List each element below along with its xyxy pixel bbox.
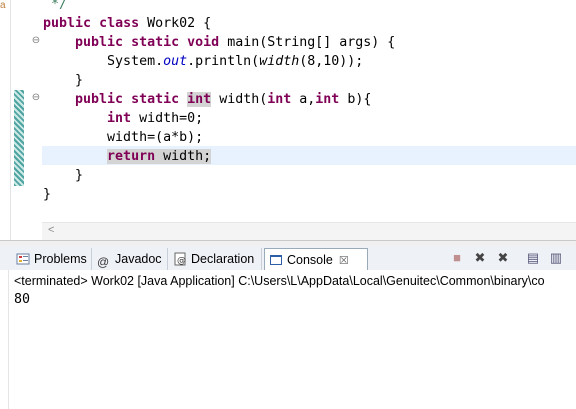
code-token: int	[187, 92, 212, 107]
code-line[interactable]: public class Work02 {	[43, 14, 211, 33]
code-token: static	[131, 35, 180, 50]
code-token: public	[43, 16, 92, 31]
change-marker	[14, 90, 24, 186]
left-panel-edge: a	[0, 0, 11, 240]
code-line[interactable]: width=(a*b);	[43, 128, 203, 147]
code-line[interactable]: public static void main(String[] args) {	[43, 33, 395, 52]
code-token: static	[131, 92, 180, 107]
code-token: width=0;	[131, 111, 204, 126]
code-line[interactable]: public static int width(int a,int b){	[43, 90, 371, 109]
code-line[interactable]: }	[43, 166, 83, 185]
code-token: main(String[] args) {	[219, 35, 396, 50]
code-line[interactable]: }	[43, 185, 51, 204]
code-token: int	[267, 92, 292, 107]
console-icon	[270, 255, 282, 265]
code-token: width;	[155, 149, 212, 164]
tab-label: Declaration	[191, 252, 255, 266]
tab-problems[interactable]: Problems	[12, 248, 92, 270]
code-token: }	[43, 168, 84, 183]
code-token: System.	[43, 54, 164, 69]
fold-toggle-icon[interactable]: ⊖	[31, 93, 41, 103]
code-token: (8,10));	[299, 54, 364, 69]
code-token: Work02 {	[139, 16, 212, 31]
horizontal-scrollbar[interactable]: <	[42, 222, 576, 240]
code-token: public	[75, 35, 124, 50]
console-left-edge	[0, 270, 9, 409]
scroll-left-icon[interactable]: <	[48, 224, 54, 236]
tab-label: Problems	[34, 252, 87, 266]
code-token: public	[75, 92, 124, 107]
code-line[interactable]: return width;	[43, 147, 212, 166]
remove-launch-icon[interactable]: ✖	[472, 250, 488, 266]
code-line[interactable]: */	[43, 0, 67, 14]
declaration-icon: @	[174, 252, 186, 266]
tab-label: Console	[287, 253, 333, 267]
tab-declaration[interactable]: @ Declaration	[169, 248, 262, 270]
code-token: int	[315, 92, 340, 107]
fold-toggle-icon[interactable]: ⊖	[31, 36, 41, 46]
tab-javadoc[interactable]: @ Javadoc	[93, 248, 168, 270]
code-token: a,	[291, 92, 316, 107]
terminated-status: <terminated> Work02 [Java Application] C…	[14, 274, 545, 288]
code-token: .println(	[187, 54, 260, 69]
code-token: */	[43, 0, 68, 12]
console-output[interactable]: 80	[14, 291, 30, 309]
at-icon: @	[97, 255, 110, 269]
terminate-icon[interactable]: ■	[449, 250, 465, 266]
code-token: void	[187, 35, 220, 50]
code-token: }	[43, 73, 84, 88]
code-line[interactable]: }	[43, 71, 83, 90]
code-token: return	[107, 149, 156, 164]
code-token: int	[107, 111, 132, 126]
problems-icon	[16, 253, 30, 265]
tab-label: Javadoc	[115, 252, 162, 266]
code-token: width(	[211, 92, 268, 107]
code-token: width=(a*b);	[43, 130, 204, 145]
code-token: out	[163, 54, 188, 69]
view-tab-bar: Problems @ Javadoc @ Declaration Console ☒	[0, 246, 576, 271]
code-token: class	[99, 16, 140, 31]
left-panel-char: a	[0, 0, 6, 11]
close-icon[interactable]: ☒	[339, 250, 349, 272]
tab-console[interactable]: Console ☒	[264, 248, 368, 271]
code-line[interactable]: System.out.println(width(8,10));	[43, 52, 363, 71]
scroll-lock-icon[interactable]: ▤	[525, 250, 541, 266]
code-token: b){	[339, 92, 372, 107]
svg-text:@: @	[177, 256, 186, 266]
code-token: width	[259, 54, 300, 69]
code-editor[interactable]: a ⊖ ⊖ */ public class Work02 { public sta…	[0, 0, 576, 240]
pin-console-icon[interactable]: ▥	[548, 250, 564, 266]
code-line[interactable]: int width=0;	[43, 109, 203, 128]
code-token: }	[43, 187, 52, 202]
remove-all-terminated-icon[interactable]: ✖	[495, 250, 511, 266]
console-view[interactable]: <terminated> Work02 [Java Application] C…	[0, 270, 576, 409]
